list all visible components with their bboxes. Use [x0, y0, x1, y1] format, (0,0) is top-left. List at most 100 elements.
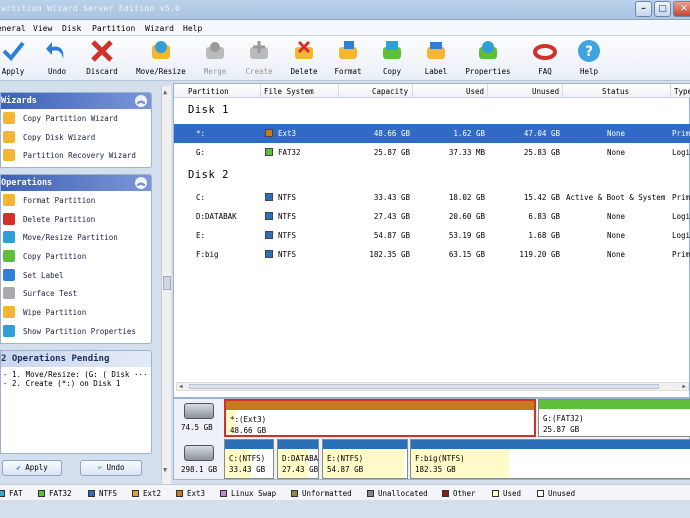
menu-help[interactable]: Help — [183, 24, 202, 33]
properties-icon — [479, 41, 497, 59]
merge-icon — [206, 42, 224, 59]
operation-surface-test[interactable]: Surface Test — [1, 284, 151, 303]
scroll-thumb[interactable] — [189, 384, 659, 389]
scroll-up-arrow-icon[interactable]: ▲ — [163, 88, 167, 96]
maximize-button[interactable]: □ — [654, 1, 671, 17]
menu-wizard[interactable]: Wizard — [145, 24, 174, 33]
pending-item[interactable]: - 2. Create (*:) on Disk 1 — [1, 379, 151, 388]
fs-color-bar — [226, 401, 534, 410]
disk-1-icon[interactable]: 74.5 GB — [178, 403, 220, 437]
help-button[interactable]: ? Help — [575, 39, 603, 76]
table-row[interactable]: E: NTFS 54.87 GB 53.19 GB 1.68 GB None L… — [174, 226, 690, 245]
col-type[interactable]: Type — [674, 87, 690, 96]
partition-block-f[interactable]: F:big(NTFS) 182.35 GB — [410, 439, 690, 479]
minimize-button[interactable]: – — [635, 1, 652, 17]
scroll-thumb[interactable] — [163, 276, 171, 290]
collapse-chevron-icon[interactable]: ︽ — [135, 177, 147, 189]
surface-test-icon — [3, 287, 15, 300]
faq-button[interactable]: FAQ — [531, 39, 559, 76]
format-button[interactable]: Format — [332, 39, 364, 76]
sidebar-scrollbar[interactable]: ▲ ▼ — [161, 86, 171, 484]
help-question-icon: ? — [578, 40, 600, 62]
col-unused[interactable]: Unused — [532, 87, 559, 96]
collapse-chevron-icon[interactable]: ︽ — [135, 95, 147, 107]
delete-icon — [295, 40, 313, 59]
sidebar: Wizards ︽ Copy Partition Wizard Copy Disk… — [0, 88, 170, 484]
disk-2-icon[interactable]: 298.1 GB — [178, 445, 220, 479]
format-icon — [3, 194, 15, 206]
col-status[interactable]: Status — [602, 87, 629, 96]
undo-arrow-icon — [46, 42, 64, 59]
discard-x-icon — [91, 40, 113, 62]
menu-disk[interactable]: Disk — [62, 24, 81, 33]
operation-set-label[interactable]: Set Label — [1, 266, 151, 285]
table-row[interactable]: F:big NTFS 182.35 GB 63.15 GB 119.20 GB … — [174, 245, 690, 264]
move-resize-button[interactable]: Move/Resize — [134, 39, 188, 76]
legend-ext2: Ext2 — [132, 489, 161, 498]
wizard-icon — [3, 130, 15, 143]
wizard-item-copy-disk[interactable]: Copy Disk Wizard — [1, 128, 151, 147]
wizards-header[interactable]: Wizards ︽ — [1, 93, 151, 109]
fs-color-swatch — [265, 212, 273, 220]
disk-2-label: Disk 2 — [188, 169, 229, 181]
operation-format-partition[interactable]: Format Partition — [1, 191, 151, 210]
fs-color-swatch — [265, 250, 273, 258]
partition-table: Partition File System Capacity Used Unus… — [173, 83, 690, 398]
pending-header: 2 Operations Pending — [1, 351, 151, 367]
table-row[interactable]: C: NTFS 33.43 GB 18.02 GB 15.42 GB Activ… — [174, 188, 690, 207]
fs-color-swatch — [265, 129, 273, 137]
operations-header[interactable]: Operations ︽ — [1, 175, 151, 191]
create-button[interactable]: Create — [243, 39, 275, 76]
partition-block-c[interactable]: C:(NTFS) 33.43 GB — [224, 439, 274, 479]
apply-button[interactable]: Apply — [0, 39, 28, 76]
col-file-system[interactable]: File System — [264, 87, 314, 96]
legend-other: Other — [442, 489, 476, 498]
col-partition[interactable]: Partition — [188, 87, 229, 96]
delete-button[interactable]: Delete — [288, 39, 320, 76]
wizard-icon — [3, 112, 15, 124]
scroll-down-arrow-icon[interactable]: ▼ — [163, 466, 167, 474]
scroll-left-arrow-icon[interactable]: ◀ — [179, 383, 183, 390]
partition-block-fat32[interactable]: G:(FAT32) 25.87 GB — [538, 399, 690, 437]
label-icon — [3, 268, 15, 281]
fs-color-swatch — [265, 231, 273, 239]
operation-move-resize-partition[interactable]: Move/Resize Partition — [1, 228, 151, 247]
copy-button[interactable]: Copy — [377, 39, 407, 76]
operation-wipe-partition[interactable]: Wipe Partition — [1, 303, 151, 322]
col-capacity[interactable]: Capacity — [372, 87, 408, 96]
partition-block-ext3[interactable]: *:(Ext3) 48.66 GB — [224, 399, 536, 437]
sidebar-apply-button[interactable]: ✔ Apply — [2, 460, 62, 476]
menu-partition[interactable]: Partition — [92, 24, 135, 33]
discard-button[interactable]: Discard — [84, 39, 120, 76]
wizard-item-partition-recovery[interactable]: Partition Recovery Wizard — [1, 146, 151, 165]
properties-button[interactable]: Properties — [463, 39, 513, 76]
menu-general[interactable]: General — [0, 24, 26, 33]
scroll-right-arrow-icon[interactable]: ▶ — [682, 383, 686, 390]
operation-show-properties[interactable]: Show Partition Properties — [1, 322, 151, 341]
merge-button[interactable]: Merge — [200, 39, 230, 76]
pending-item[interactable]: - 1. Move/Resize: (G: ( Disk ··· — [1, 370, 151, 379]
col-used[interactable]: Used — [466, 87, 484, 96]
undo-button[interactable]: Undo — [42, 39, 72, 76]
table-row[interactable]: *: Ext3 48.66 GB 1.62 GB 47.04 GB None P… — [174, 124, 690, 143]
hard-drive-icon — [184, 445, 214, 461]
table-row[interactable]: D:DATABAK NTFS 27.43 GB 20.60 GB 6.83 GB… — [174, 207, 690, 226]
partition-block-d[interactable]: D:DATABAK27.43 GB — [277, 439, 319, 479]
table-row[interactable]: G: FAT32 25.87 GB 37.33 MB 25.83 GB None… — [174, 143, 690, 162]
close-window-button[interactable]: ✕ — [673, 1, 690, 17]
sidebar-undo-button[interactable]: ↶ Undo — [80, 460, 142, 476]
operation-copy-partition[interactable]: Copy Partition — [1, 247, 151, 266]
partition-block-e[interactable]: E:(NTFS) 54.87 GB — [322, 439, 408, 479]
legend-swatch — [537, 490, 544, 497]
copy-icon — [383, 41, 401, 59]
fs-color-bar — [411, 440, 690, 449]
hard-drive-icon — [184, 403, 214, 419]
status-bar — [0, 500, 690, 518]
wizard-item-copy-partition[interactable]: Copy Partition Wizard — [1, 109, 151, 128]
create-icon — [250, 41, 268, 59]
menu-view[interactable]: View — [33, 24, 52, 33]
label-button[interactable]: Label — [421, 39, 451, 76]
table-horizontal-scrollbar[interactable]: ◀ ▶ — [176, 382, 689, 391]
operation-delete-partition[interactable]: Delete Partition — [1, 210, 151, 229]
fs-color-swatch — [265, 148, 273, 156]
